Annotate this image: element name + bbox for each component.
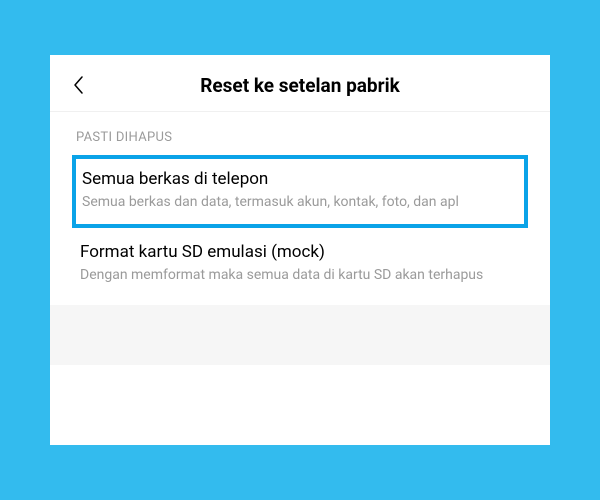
page-title: Reset ke setelan pabrik [66,74,534,97]
footer-spacer [50,305,550,365]
section-label: PASTI DIHAPUS [50,112,550,155]
format-sd-item[interactable]: Format kartu SD emulasi (mock) Dengan me… [50,228,550,299]
settings-screen: Reset ke setelan pabrik PASTI DIHAPUS Se… [50,55,550,445]
header-bar: Reset ke setelan pabrik [50,55,550,112]
item-title: Format kartu SD emulasi (mock) [80,242,524,262]
reset-all-files-item[interactable]: Semua berkas di telepon Semua berkas dan… [72,155,528,228]
item-description: Dengan memformat maka semua data di kart… [80,266,524,285]
item-description: Semua berkas dan data, termasuk akun, ko… [82,193,518,212]
item-title: Semua berkas di telepon [82,169,518,189]
